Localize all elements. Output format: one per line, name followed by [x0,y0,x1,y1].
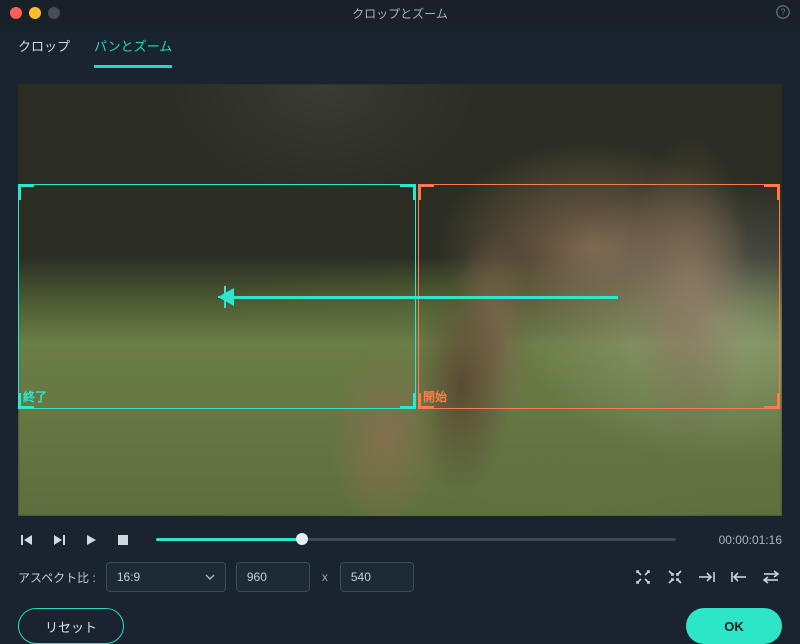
timeline-slider[interactable] [156,528,676,552]
height-input[interactable]: 540 [340,562,414,592]
end-frame-label: 終了 [23,388,47,405]
window-controls [10,7,60,19]
resize-handle-tr[interactable] [400,184,416,200]
ok-button[interactable]: OK [686,608,782,644]
preview-canvas[interactable]: 終了 開始 [18,84,782,516]
help-icon[interactable]: ? [776,5,790,19]
reset-button[interactable]: リセット [18,608,124,644]
resize-handle-br[interactable] [400,393,416,409]
next-frame-button[interactable] [50,531,68,549]
start-frame-label: 開始 [423,388,447,405]
svg-text:?: ? [780,7,785,17]
aspect-ratio-value: 16:9 [117,570,140,584]
pan-right-to-left-icon[interactable] [728,566,750,588]
stop-button[interactable] [114,531,132,549]
swap-icon[interactable] [760,566,782,588]
aspect-ratio-row: アスペクト比 : 16:9 960 x 540 [0,552,800,592]
dialog-buttons: リセット OK [0,592,800,644]
zoom-in-icon[interactable] [632,566,654,588]
pan-left-to-right-icon[interactable] [696,566,718,588]
transport-bar: 00:00:01:16 [0,522,800,552]
canvas-container: 終了 開始 [0,68,800,522]
minimize-window-button[interactable] [29,7,41,19]
dimension-separator: x [320,570,330,584]
maximize-window-button[interactable] [48,7,60,19]
timeline-thumb[interactable] [296,533,308,545]
prev-frame-button[interactable] [18,531,36,549]
tab-crop[interactable]: クロップ [18,36,70,68]
chevron-down-icon [205,574,215,580]
play-button[interactable] [82,531,100,549]
resize-handle-tl[interactable] [418,184,434,200]
width-input[interactable]: 960 [236,562,310,592]
tabs: クロップ パンとズーム [0,26,800,68]
resize-handle-tl[interactable] [18,184,34,200]
aspect-ratio-label: アスペクト比 : [18,569,96,586]
zoom-out-icon[interactable] [664,566,686,588]
aspect-ratio-select[interactable]: 16:9 [106,562,226,592]
timecode: 00:00:01:16 [700,533,782,547]
resize-handle-tr[interactable] [764,184,780,200]
title-bar: クロップとズーム ? [0,0,800,26]
resize-handle-br[interactable] [764,393,780,409]
start-frame[interactable]: 開始 [418,184,780,409]
tab-pan-and-zoom[interactable]: パンとズーム [94,36,172,68]
end-frame[interactable]: 終了 [18,184,416,409]
close-window-button[interactable] [10,7,22,19]
window-title: クロップとズーム [0,5,800,22]
